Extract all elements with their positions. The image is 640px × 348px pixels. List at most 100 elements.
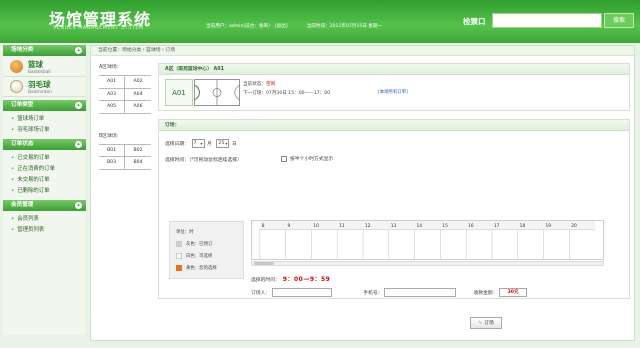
sidebar-section-member[interactable]: 会员管理 ▴ xyxy=(3,200,86,211)
slot-legend: 单位：时 灰色：已预订 白色：可选择 黄色：您的选择 xyxy=(169,221,244,279)
order-type-list: 篮球场订单 羽毛球场订单 xyxy=(3,112,86,139)
sidebar-item-badminton[interactable]: 羽毛球 Badminton xyxy=(3,77,86,97)
scroll-thumb[interactable] xyxy=(254,262,274,265)
search-button[interactable]: 搜索 xyxy=(604,13,634,28)
sidebar-item-active-orders[interactable]: 正在消费的订单 xyxy=(11,164,86,175)
sidebar-item-pending-orders[interactable]: 未交易的订单 xyxy=(11,175,86,186)
sidebar-item-deleted-orders[interactable]: 已删除的订单 xyxy=(11,186,86,197)
date-label: 选择日期： xyxy=(165,142,189,147)
basketball-court-icon xyxy=(194,79,240,106)
half-hour-checkbox[interactable] xyxy=(281,155,287,162)
view-all-orders-link[interactable]: [本场所有订单] xyxy=(378,89,408,95)
court-cell[interactable]: B04 xyxy=(125,157,151,170)
status-label: 当前状态： xyxy=(243,82,266,87)
sidebar-item-admins[interactable]: 管理员列表 xyxy=(11,225,86,236)
sport-name-en: Badminton xyxy=(28,90,52,95)
chevron-up-icon[interactable]: ▴ xyxy=(75,102,82,109)
ticket-check-label: 检票口 xyxy=(463,17,486,26)
sidebar-section-order-status[interactable]: 订单状态 ▴ xyxy=(3,139,86,150)
submit-label: 订场 xyxy=(484,321,494,326)
sidebar-section-venue[interactable]: 场地分类 ▴ xyxy=(3,45,86,56)
court-cell[interactable]: B01 xyxy=(99,144,125,157)
current-user-text: 当前用户：admin(前台：张英) xyxy=(206,24,270,29)
hour-tick-label: 17 xyxy=(494,223,500,229)
legend-item-selected: 黄色：您的选择 xyxy=(176,263,237,275)
sport-name: 羽毛球 xyxy=(28,80,51,89)
chevron-up-icon[interactable]: ▴ xyxy=(75,202,82,209)
court-panel-title: A区（南苑篮球中心） A01 xyxy=(159,64,629,75)
sidebar-section-order-type[interactable]: 订单类型 ▴ xyxy=(3,100,86,111)
logout-link[interactable]: [退出] xyxy=(275,24,288,29)
sidebar-item-basketball-orders[interactable]: 篮球场订单 xyxy=(11,114,86,125)
sidebar: 场地分类 ▴ 篮球 Basketball 羽毛球 Badminton 订单类型 ▴ … xyxy=(3,45,86,335)
ticket-search-input[interactable] xyxy=(492,13,602,28)
area-court-list: A区球场： A01 A02 A03 A04 A05 A06 B区球场： B01 … xyxy=(99,63,151,170)
swatch-white xyxy=(176,252,182,259)
booking-panel: 订场： 选择日期： 7 月 25 日 选择时间：（*可拖动鼠标连续选择） 按半个… xyxy=(158,119,630,299)
court-cell[interactable]: B02 xyxy=(125,145,151,157)
chevron-up-icon[interactable]: ▴ xyxy=(75,47,82,54)
month-select[interactable]: 7 xyxy=(191,139,205,148)
legend-label: 白色：可选择 xyxy=(186,254,213,259)
submit-booking-button[interactable]: ✎ 订场 xyxy=(470,317,502,329)
court-cell[interactable]: B03 xyxy=(99,157,125,170)
court-cell[interactable]: A03 xyxy=(99,88,125,101)
section-title: 会员管理 xyxy=(11,202,34,208)
court-cell[interactable]: A04 xyxy=(125,89,151,101)
sidebar-item-badminton-orders[interactable]: 羽毛球场订单 xyxy=(11,125,86,136)
legend-item-available: 白色：可选择 xyxy=(176,251,237,263)
app-logo-subtitle: VENUES MANAGEMENT SYSTEM xyxy=(53,26,144,31)
hour-tick-label: 9 xyxy=(288,223,291,229)
area-b-courts: B01 B02 B03 B04 xyxy=(99,143,151,170)
time-slot-grid[interactable]: 8 9 10 11 12 13 14 15 16 17 18 19 20 xyxy=(251,220,604,260)
basketball-icon xyxy=(10,60,23,73)
header-bar: 场馆管理系统 VENUES MANAGEMENT SYSTEM 当前用户：adm… xyxy=(0,0,640,43)
badminton-icon xyxy=(10,80,23,93)
hour-tick-label: 13 xyxy=(391,223,397,229)
half-hour-option[interactable]: 按半个小时方式显示 xyxy=(281,155,333,162)
chevron-up-icon[interactable]: ▴ xyxy=(75,141,82,148)
booker-label: 订场人： xyxy=(251,291,271,296)
date-row: 选择日期： 7 月 25 日 xyxy=(165,139,237,148)
hour-tick-label: 10 xyxy=(313,223,319,229)
selected-time-label: 选择的时间： xyxy=(251,278,280,283)
court-cell[interactable]: A05 xyxy=(99,101,125,114)
hour-tick-label: 14 xyxy=(417,223,423,229)
booker-input[interactable] xyxy=(271,288,332,297)
swatch-orange xyxy=(176,264,182,271)
hour-tick-label: 15 xyxy=(442,223,448,229)
section-title: 订单状态 xyxy=(11,141,34,147)
court-status-block: 当前状态：空闲 下一订场：07月30日 15：00——17：00 xyxy=(243,81,330,98)
court-cell[interactable]: A06 xyxy=(125,101,151,114)
half-hour-label: 按半个小时方式显示 xyxy=(290,157,334,162)
current-time-text: 当前时间：2011年07月15日 星期一 xyxy=(306,24,383,29)
amount-value: 30元 xyxy=(499,288,528,297)
day-unit: 日 xyxy=(231,142,237,147)
sidebar-item-completed-orders[interactable]: 已交易的订单 xyxy=(11,153,86,164)
month-unit: 月 xyxy=(207,142,212,147)
section-title: 场地分类 xyxy=(11,47,34,53)
hour-tick-label: 16 xyxy=(468,223,474,229)
day-select[interactable]: 25 xyxy=(216,139,230,148)
hour-tick-label: 18 xyxy=(520,223,526,229)
legend-unit: 单位：时 xyxy=(176,230,194,235)
sidebar-item-members[interactable]: 会员列表 xyxy=(11,214,86,225)
breadcrumb: 当前位置：场地分类 › 篮球场 › 订场 xyxy=(91,46,634,56)
legend-item-booked: 灰色：已预订 xyxy=(176,239,237,251)
next-booking-text: 下一订场：07月30日 15：00——17：00 xyxy=(243,90,331,96)
booking-form-row: 订场人： 手机号： 收款金额： 30元 xyxy=(251,288,528,297)
court-cell[interactable]: A01 xyxy=(99,76,125,89)
legend-label: 黄色：您的选择 xyxy=(186,266,217,271)
main-content: 当前位置：场地分类 › 篮球场 › 订场 A区球场： A01 A02 A03 A… xyxy=(90,45,635,341)
order-status-list: 已交易的订单 正在消费的订单 未交易的订单 已删除的订单 xyxy=(3,151,86,200)
court-cell[interactable]: A02 xyxy=(125,76,151,89)
hour-tick-label: 19 xyxy=(545,223,551,229)
sidebar-item-basketball[interactable]: 篮球 Basketball xyxy=(3,57,86,77)
member-list: 会员列表 管理员列表 xyxy=(3,212,86,239)
user-info-bar: 当前用户：admin(前台：张英) [退出] 当前时间：2011年07月15日 星期… xyxy=(206,23,387,29)
time-row: 选择时间：（*可拖动鼠标连续选择） xyxy=(165,156,242,163)
hour-tick-label: 11 xyxy=(339,223,345,229)
phone-input[interactable] xyxy=(384,288,456,297)
slot-scrollbar[interactable] xyxy=(251,261,604,266)
legend-label: 灰色：已预订 xyxy=(186,242,213,247)
